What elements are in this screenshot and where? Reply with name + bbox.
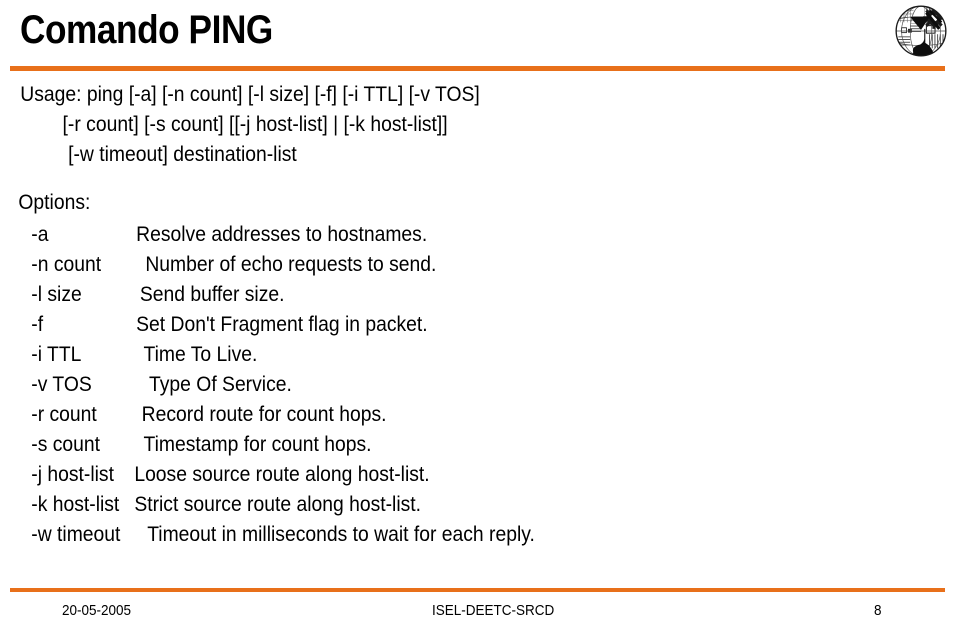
slide-content: Usage: ping [-a] [-n count] [-l size] [-… <box>0 80 960 550</box>
option-description: Resolve addresses to hostnames. <box>136 223 428 246</box>
option-row: -l size Send buffer size. <box>0 280 883 310</box>
option-description: Time To Live. <box>143 343 258 366</box>
option-flag: -f <box>31 313 44 336</box>
option-row: -f Set Don't Fragment flag in packet. <box>0 310 883 340</box>
options-heading: Options: <box>18 191 91 214</box>
option-flag: -w timeout <box>31 523 121 546</box>
option-flag: -j host-list <box>31 463 114 486</box>
option-row: -j host-list Loose source route along ho… <box>0 460 883 490</box>
usage-line: Usage: ping [-a] [-n count] [-l size] [-… <box>20 83 480 106</box>
option-flag: -a <box>31 223 49 246</box>
option-flag: -l size <box>31 283 82 306</box>
option-row: -n count Number of echo requests to send… <box>0 250 883 280</box>
header-divider <box>10 66 945 71</box>
option-description: Type Of Service. <box>149 373 292 396</box>
option-description: Number of echo requests to send. <box>145 253 437 276</box>
option-description: Send buffer size. <box>139 283 285 306</box>
option-description: Timeout in milliseconds to wait for each… <box>147 523 535 546</box>
option-row: -v TOS Type Of Service. <box>0 370 883 400</box>
option-description: Timestamp for count hops. <box>143 433 372 456</box>
option-flag: -r count <box>31 403 97 426</box>
option-description: Loose source route along host-list. <box>134 463 430 486</box>
isel-institution-logo-icon <box>894 4 948 58</box>
slide-header: Comando PING <box>0 0 960 72</box>
footer-divider <box>10 588 945 592</box>
option-flag: -i TTL <box>31 343 82 366</box>
option-row: -s count Timestamp for count hops. <box>0 430 883 460</box>
option-row: -k host-list Strict source route along h… <box>0 490 883 520</box>
usage-line: [-w timeout] destination-list <box>68 143 297 166</box>
option-row: -a Resolve addresses to hostnames. <box>0 220 883 250</box>
slide-footer: 20-05-2005 ISEL-DEETC-SRCD 8 <box>0 588 960 628</box>
option-flag: -k host-list <box>31 493 120 516</box>
option-description: Strict source route along host-list. <box>134 493 422 516</box>
option-description: Set Don't Fragment flag in packet. <box>136 313 428 336</box>
footer-organization: ISEL-DEETC-SRCD <box>432 602 555 619</box>
usage-line: [-r count] [-s count] [[-j host-list] | … <box>62 113 448 136</box>
option-row: -r count Record route for count hops. <box>0 400 883 430</box>
footer-page-number: 8 <box>874 602 882 619</box>
option-flag: -n count <box>31 253 102 276</box>
page-title: Comando PING <box>20 8 273 52</box>
option-description: Record route for count hops. <box>141 403 387 426</box>
option-flag: -s count <box>31 433 101 456</box>
footer-date: 20-05-2005 <box>62 602 132 619</box>
option-row: -w timeout Timeout in milliseconds to wa… <box>0 520 883 550</box>
option-flag: -v TOS <box>31 373 92 396</box>
option-row: -i TTL Time To Live. <box>0 340 883 370</box>
